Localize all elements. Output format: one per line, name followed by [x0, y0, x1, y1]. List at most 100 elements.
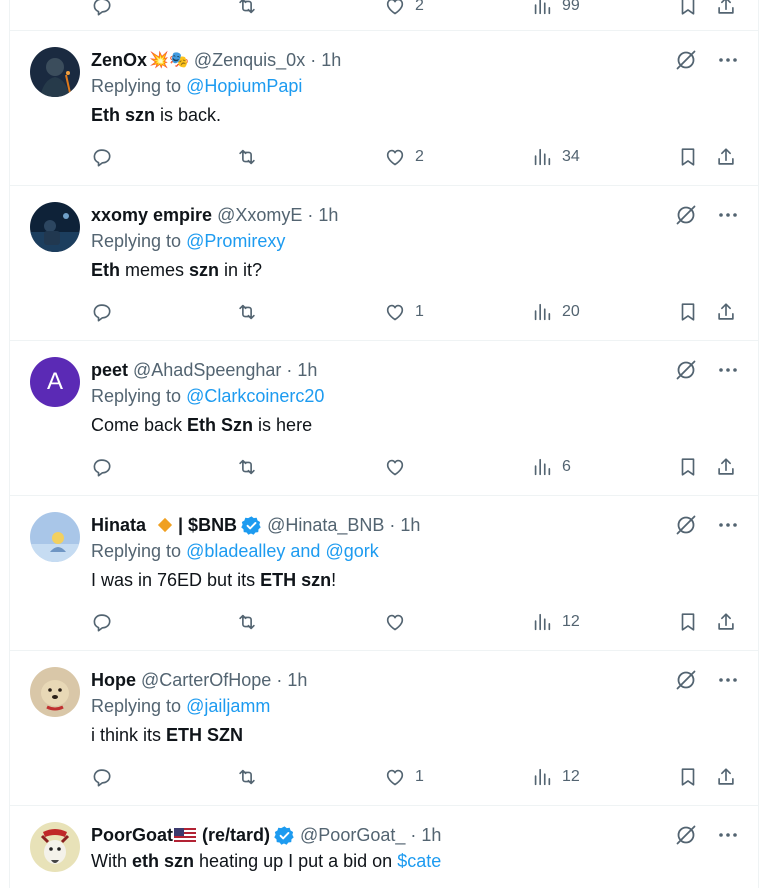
- reply-button[interactable]: [91, 764, 113, 790]
- more-icon[interactable]: [716, 823, 740, 847]
- reply-mention[interactable]: @bladealley and @gork: [186, 541, 379, 561]
- views-button[interactable]: 6: [531, 454, 571, 480]
- share-button[interactable]: [715, 454, 737, 480]
- views-button[interactable]: 20: [531, 299, 580, 325]
- share-button[interactable]: [715, 764, 737, 790]
- user-handle[interactable]: @XxomyE: [217, 205, 302, 226]
- separator-dot: ·: [310, 49, 317, 70]
- bookmark-button[interactable]: [677, 299, 699, 325]
- user-handle[interactable]: @PoorGoat_: [300, 825, 405, 846]
- repost-button[interactable]: [236, 144, 258, 170]
- like-count: 2: [415, 0, 424, 14]
- post[interactable]: Hinata | $BNB @Hinata_BNB · 1h Replying …: [10, 496, 758, 651]
- display-name[interactable]: Hope: [91, 670, 136, 691]
- views-button[interactable]: 99: [531, 0, 580, 19]
- grok-icon[interactable]: [674, 358, 698, 382]
- more-icon[interactable]: [716, 358, 740, 382]
- repost-button[interactable]: [236, 299, 258, 325]
- repost-button[interactable]: [236, 764, 258, 790]
- post[interactable]: A peet @AhadSpeenghar · 1h Replying to @…: [10, 341, 758, 496]
- views-button[interactable]: 12: [531, 764, 580, 790]
- user-handle[interactable]: @Hinata_BNB: [267, 515, 384, 536]
- post-time[interactable]: 1h: [421, 825, 441, 846]
- grok-icon[interactable]: [674, 823, 698, 847]
- post-time[interactable]: 1h: [297, 360, 317, 381]
- cashtag-link[interactable]: $cate: [397, 851, 441, 871]
- display-name[interactable]: Hinata: [91, 515, 146, 536]
- post[interactable]: Hope @CarterOfHope · 1h Replying to @jai…: [10, 651, 758, 806]
- like-button[interactable]: 1: [384, 299, 424, 325]
- bookmark-button[interactable]: [677, 764, 699, 790]
- reply-button[interactable]: [91, 454, 113, 480]
- grok-icon[interactable]: [674, 203, 698, 227]
- like-button[interactable]: 2: [384, 0, 424, 19]
- avatar[interactable]: [30, 47, 80, 97]
- share-button[interactable]: [715, 609, 737, 635]
- post[interactable]: ZenOx 💥🎭 @Zenquis_0x · 1h Replying to @H…: [10, 31, 758, 186]
- separator-dot: ·: [389, 514, 396, 535]
- user-handle[interactable]: @CarterOfHope: [141, 670, 271, 691]
- reply-button[interactable]: [91, 144, 113, 170]
- grok-icon[interactable]: [674, 668, 698, 692]
- avatar[interactable]: [30, 667, 80, 717]
- repost-button[interactable]: [236, 609, 258, 635]
- bookmark-button[interactable]: [677, 144, 699, 170]
- like-button[interactable]: [384, 454, 406, 480]
- reply-mention[interactable]: @HopiumPapi: [186, 76, 302, 96]
- grok-icon[interactable]: [674, 513, 698, 537]
- reply-button[interactable]: [91, 0, 113, 19]
- share-button[interactable]: [715, 299, 737, 325]
- reply-mention[interactable]: @Clarkcoinerc20: [186, 386, 324, 406]
- bookmark-button[interactable]: [677, 0, 699, 19]
- display-name[interactable]: ZenOx: [91, 50, 147, 71]
- share-icon: [715, 0, 737, 17]
- avatar[interactable]: [30, 202, 80, 252]
- like-button[interactable]: [384, 609, 406, 635]
- verified-icon: [241, 515, 262, 536]
- post[interactable]: xxomy empire @XxomyE · 1h Replying to @P…: [10, 186, 758, 341]
- more-icon[interactable]: [716, 203, 740, 227]
- display-name[interactable]: peet: [91, 360, 128, 381]
- user-handle[interactable]: @AhadSpeenghar: [133, 360, 281, 381]
- bookmark-button[interactable]: [677, 609, 699, 635]
- post-time[interactable]: 1h: [400, 515, 420, 536]
- reply-mention[interactable]: @jailjamm: [186, 696, 270, 716]
- post-time[interactable]: 1h: [318, 205, 338, 226]
- post[interactable]: PoorGoat (re/tard) @PoorGoat_ · 1h With …: [10, 806, 759, 888]
- more-icon[interactable]: [716, 668, 740, 692]
- replying-to: Replying to @jailjamm: [91, 696, 270, 717]
- separator-dot: ·: [286, 359, 293, 380]
- repost-button[interactable]: [236, 454, 258, 480]
- avatar[interactable]: [30, 512, 80, 562]
- display-name[interactable]: xxomy empire: [91, 205, 212, 226]
- bookmark-button[interactable]: [677, 454, 699, 480]
- post-actions: 6: [91, 454, 741, 480]
- post-actions: 2 99: [91, 0, 741, 19]
- text-span: in it?: [219, 260, 263, 280]
- share-icon: [715, 301, 737, 323]
- more-icon[interactable]: [716, 48, 740, 72]
- display-name[interactable]: PoorGoat: [91, 825, 173, 846]
- share-button[interactable]: [715, 0, 737, 19]
- share-button[interactable]: [715, 144, 737, 170]
- user-handle[interactable]: @Zenquis_0x: [194, 50, 305, 71]
- views-button[interactable]: 12: [531, 609, 580, 635]
- reply-button[interactable]: [91, 299, 113, 325]
- reply-icon: [91, 0, 113, 17]
- repost-button[interactable]: [236, 0, 258, 19]
- avatar[interactable]: A: [30, 357, 80, 407]
- avatar[interactable]: [30, 822, 80, 872]
- reply-icon: [91, 146, 113, 168]
- more-icon[interactable]: [716, 513, 740, 537]
- views-button[interactable]: 34: [531, 144, 580, 170]
- like-button[interactable]: 2: [384, 144, 424, 170]
- post-time[interactable]: 1h: [321, 50, 341, 71]
- reply-mention[interactable]: @Promirexy: [186, 231, 285, 251]
- text-bold: Eth Szn: [187, 415, 254, 435]
- like-icon: [384, 766, 406, 788]
- post-time[interactable]: 1h: [287, 670, 307, 691]
- grok-icon[interactable]: [674, 48, 698, 72]
- like-button[interactable]: 1: [384, 764, 424, 790]
- post-header: Hinata | $BNB @Hinata_BNB · 1h: [91, 513, 420, 537]
- reply-button[interactable]: [91, 609, 113, 635]
